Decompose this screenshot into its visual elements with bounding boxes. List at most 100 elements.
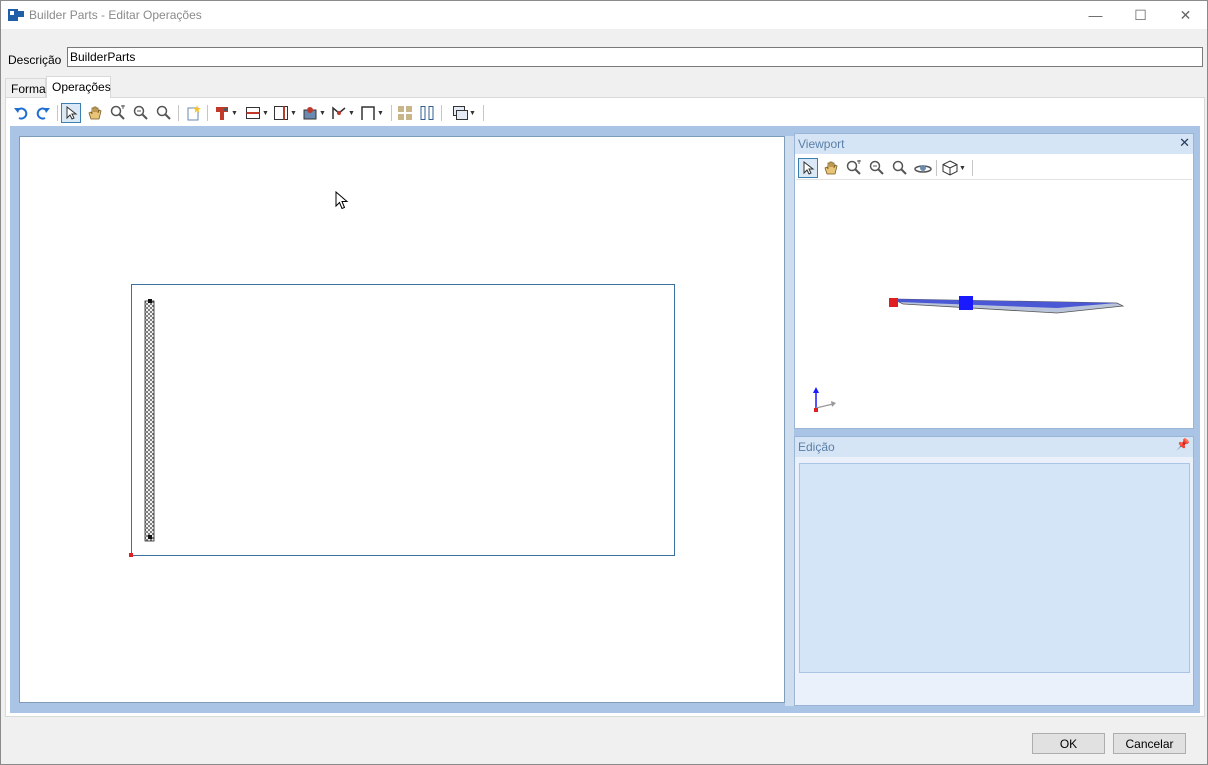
viewport-title: Viewport bbox=[798, 137, 845, 151]
edge-band-icon bbox=[303, 107, 317, 120]
window-title: Builder Parts - Editar Operações bbox=[29, 8, 202, 22]
undo-button[interactable] bbox=[11, 103, 31, 123]
frame-icon bbox=[361, 106, 375, 120]
new-page-icon bbox=[187, 105, 201, 121]
tab-forma[interactable]: Forma bbox=[5, 78, 46, 98]
axis-indicator-icon bbox=[813, 387, 836, 412]
viewport-zoom-button[interactable] bbox=[890, 158, 910, 178]
minimize-icon: — bbox=[1088, 7, 1103, 23]
zoom-window-icon bbox=[869, 160, 884, 175]
cut-horizontal-dropdown[interactable]: ▼ bbox=[243, 103, 271, 123]
view-options-dropdown[interactable]: ▼ bbox=[450, 103, 478, 123]
ok-button[interactable]: OK bbox=[1032, 733, 1105, 754]
zoom-button[interactable] bbox=[154, 103, 174, 123]
zoom-window-button[interactable] bbox=[131, 103, 151, 123]
drill-icon bbox=[216, 107, 229, 120]
viewport-panel: Viewport ✕ ▼ bbox=[794, 133, 1194, 429]
redo-button[interactable] bbox=[33, 103, 53, 123]
viewport-zoom-window-button[interactable] bbox=[867, 158, 887, 178]
edge-handle-top[interactable] bbox=[148, 299, 152, 303]
toolbar-separator bbox=[441, 105, 442, 121]
toolbar-separator bbox=[483, 105, 484, 121]
zoom-extents-icon bbox=[110, 105, 125, 120]
part-outline[interactable] bbox=[131, 284, 675, 556]
toolbar-separator bbox=[972, 160, 973, 176]
minimize-button[interactable]: — bbox=[1073, 1, 1118, 29]
zoom-icon bbox=[156, 105, 171, 120]
chevron-down-icon: ▼ bbox=[231, 109, 238, 117]
cut-vertical-dropdown[interactable]: ▼ bbox=[271, 103, 299, 123]
edicao-panel: Edição 📌 bbox=[794, 436, 1194, 706]
chevron-down-icon: ▼ bbox=[290, 109, 297, 117]
drill-dropdown[interactable]: ▼ bbox=[212, 103, 240, 123]
viewport-pan-button[interactable] bbox=[821, 158, 841, 178]
tab-operacoes[interactable]: Operações bbox=[46, 76, 111, 98]
edicao-title: Edição bbox=[798, 440, 835, 454]
viewport-header: Viewport ✕ bbox=[795, 134, 1193, 154]
edicao-header: Edição 📌 bbox=[795, 437, 1193, 457]
close-icon: ✕ bbox=[1179, 6, 1192, 23]
select-pointer-icon bbox=[66, 106, 78, 120]
3d-blue-handle[interactable] bbox=[959, 296, 973, 310]
select-tool-button[interactable] bbox=[61, 103, 81, 123]
toolbar-separator bbox=[391, 105, 392, 121]
main-toolbar: ▼ ▼ ▼ ▼ ▼ ▼ ▼ bbox=[9, 101, 1199, 125]
edicao-content bbox=[799, 463, 1190, 673]
cancel-button[interactable]: Cancelar bbox=[1113, 733, 1186, 754]
toolbar-separator bbox=[207, 105, 208, 121]
chevron-down-icon: ▼ bbox=[377, 109, 384, 117]
view-cube-icon bbox=[942, 160, 958, 176]
pan-hand-icon bbox=[88, 106, 102, 120]
viewport-orbit-button[interactable] bbox=[913, 158, 933, 178]
toolbar-separator bbox=[936, 160, 937, 176]
3d-red-handle[interactable] bbox=[889, 298, 898, 307]
viewport-select-button[interactable] bbox=[798, 158, 818, 178]
chevron-down-icon: ▼ bbox=[262, 109, 269, 117]
toolbar-separator bbox=[57, 105, 58, 121]
zoom-extents-icon bbox=[846, 160, 861, 175]
select-pointer-icon bbox=[803, 161, 815, 175]
zoom-extents-button[interactable] bbox=[108, 103, 128, 123]
tab-operacoes-label: Operações bbox=[52, 80, 111, 94]
pin-icon[interactable]: 📌 bbox=[1176, 438, 1190, 451]
zoom-icon bbox=[892, 160, 907, 175]
maximize-button[interactable]: ☐ bbox=[1118, 1, 1163, 29]
undo-icon bbox=[14, 107, 28, 120]
edge-handle-bottom[interactable] bbox=[148, 535, 152, 539]
grid-button[interactable] bbox=[395, 103, 415, 123]
viewport-zoom-extents-button[interactable] bbox=[844, 158, 864, 178]
app-logo-icon bbox=[8, 9, 24, 21]
orbit-icon bbox=[914, 165, 932, 173]
maximize-icon: ☐ bbox=[1134, 6, 1147, 23]
description-input[interactable] bbox=[67, 47, 1203, 67]
mouse-cursor-icon bbox=[335, 191, 349, 210]
routing-dropdown[interactable]: ▼ bbox=[329, 103, 357, 123]
description-label: Descrição bbox=[8, 53, 62, 67]
redo-icon bbox=[36, 107, 50, 120]
chevron-down-icon: ▼ bbox=[348, 109, 355, 117]
cut-horizontal-icon bbox=[246, 107, 261, 119]
close-button[interactable]: ✕ bbox=[1163, 1, 1208, 29]
chevron-down-icon: ▼ bbox=[959, 164, 966, 172]
pan-tool-button[interactable] bbox=[85, 103, 105, 123]
chevron-down-icon: ▼ bbox=[469, 109, 476, 117]
tab-forma-label: Forma bbox=[11, 82, 46, 96]
title-bar: Builder Parts - Editar Operações — ☐ ✕ bbox=[1, 1, 1207, 29]
panel-splitter[interactable] bbox=[785, 136, 794, 706]
cut-vertical-icon bbox=[274, 106, 289, 120]
edge-band-dropdown[interactable]: ▼ bbox=[300, 103, 328, 123]
frame-dropdown[interactable]: ▼ bbox=[358, 103, 386, 123]
pan-hand-icon bbox=[824, 161, 838, 175]
grid-icon bbox=[398, 106, 412, 120]
split-icon bbox=[420, 106, 434, 120]
view-cube-dropdown[interactable]: ▼ bbox=[940, 158, 968, 178]
viewport-3d-scene[interactable] bbox=[795, 182, 1193, 428]
view-options-icon bbox=[453, 106, 469, 120]
part-edge-hatch[interactable] bbox=[127, 296, 159, 560]
toolbar-separator bbox=[178, 105, 179, 121]
split-button[interactable] bbox=[417, 103, 437, 123]
close-icon[interactable]: ✕ bbox=[1179, 135, 1190, 151]
zoom-window-icon bbox=[133, 105, 148, 120]
new-page-button[interactable] bbox=[183, 103, 203, 123]
routing-icon bbox=[332, 106, 346, 119]
